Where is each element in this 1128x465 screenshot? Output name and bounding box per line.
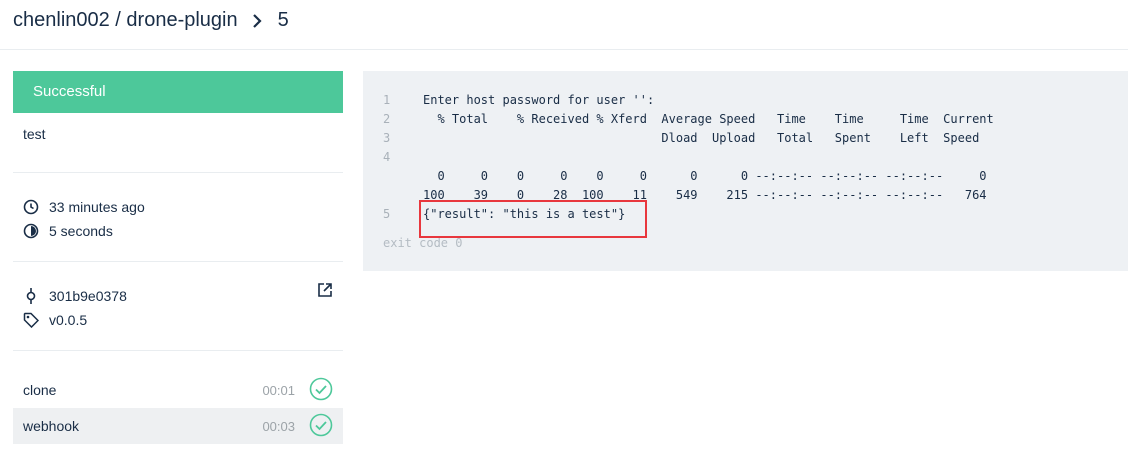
chevron-right-icon [248, 12, 266, 30]
step-webhook[interactable]: webhook 00:03 [13, 408, 343, 444]
console-output: 1 Enter host password for user '': 2 % To… [363, 71, 1128, 271]
console-line: 2 % Total % Received % Xferd Average Spe… [383, 112, 994, 126]
ref-row: v0.0.5 [13, 308, 343, 332]
check-circle-icon [309, 413, 333, 440]
step-list: clone 00:01 webhook 00:03 [13, 351, 343, 444]
build-sidebar: Successful test 33 minutes ago 5 seconds… [13, 71, 343, 444]
commit-message: test [23, 126, 46, 142]
build-duration: 5 seconds [49, 223, 113, 239]
commit-row: 301b9e0378 [13, 284, 343, 308]
commit-sha[interactable]: 301b9e0378 [49, 288, 127, 304]
ref-tag: v0.0.5 [49, 312, 88, 328]
time-section: 33 minutes ago 5 seconds [13, 173, 343, 262]
step-duration: 00:01 [262, 382, 295, 398]
timer-icon [23, 223, 39, 239]
commit-section: 301b9e0378 v0.0.5 [13, 262, 343, 351]
commit-icon [23, 288, 39, 304]
clock-icon [23, 199, 39, 215]
external-link-icon[interactable] [317, 282, 333, 303]
highlight-box [419, 200, 647, 238]
step-clone[interactable]: clone 00:01 [13, 372, 343, 408]
status-banner: Successful [13, 71, 343, 113]
console-line: 4 [383, 150, 391, 164]
message-section: test [13, 113, 343, 173]
console-line: 3 Dload Upload Total Spent Left Speed [383, 131, 980, 145]
console-line: 0 0 0 0 0 0 0 0 --:--:-- --:--:-- --:--:… [423, 169, 987, 183]
step-name: clone [23, 382, 57, 398]
step-duration: 00:03 [262, 418, 295, 434]
header: chenlin002 / drone-plugin 5 [0, 0, 1128, 50]
console-line: 1 Enter host password for user '': [383, 93, 655, 107]
tag-icon [23, 312, 40, 329]
duration-row: 5 seconds [13, 219, 343, 243]
check-circle-icon [309, 377, 333, 404]
step-name: webhook [23, 418, 80, 434]
created-row: 33 minutes ago [13, 195, 343, 219]
created-time: 33 minutes ago [49, 199, 145, 215]
build-number: 5 [277, 9, 289, 31]
repo-link[interactable]: chenlin002 / drone-plugin [13, 9, 238, 32]
breadcrumb: chenlin002 / drone-plugin 5 [13, 9, 289, 32]
